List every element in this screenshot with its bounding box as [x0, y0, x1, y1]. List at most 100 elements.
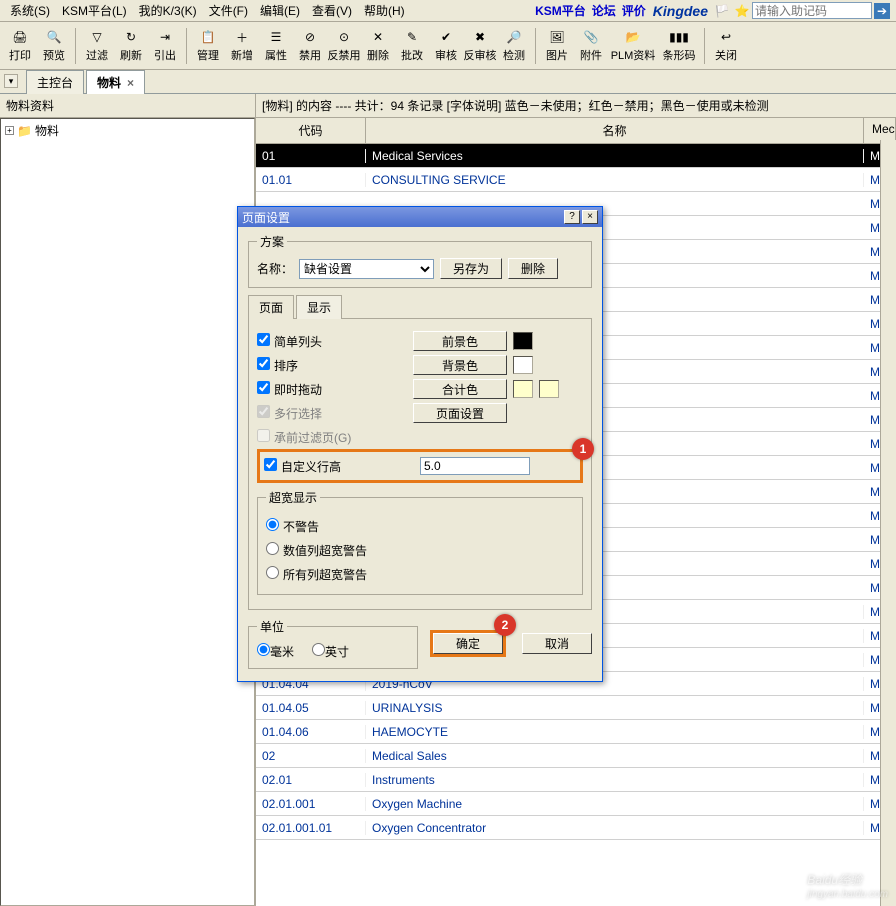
sort-check[interactable]: 排序	[257, 359, 298, 373]
table-row[interactable]: 02.01.001.01Oxygen ConcentratorMec	[256, 816, 896, 840]
row-height-input[interactable]	[420, 457, 530, 475]
table-row[interactable]: 02.01InstrumentsMec	[256, 768, 896, 792]
plm-icon: 📂	[624, 28, 642, 46]
tab-close-icon[interactable]: ×	[127, 76, 134, 90]
tree-body[interactable]: + 📁 物料	[0, 118, 255, 906]
tb-delete[interactable]: ✕删除	[362, 24, 394, 68]
table-row[interactable]: 02Medical SalesMec	[256, 744, 896, 768]
info-bar: [物料] 的内容 ---- 共计：94 条记录 [字体说明] 蓝色－未使用；红色…	[256, 94, 896, 118]
menu-myk3[interactable]: 我的K/3(K)	[133, 0, 203, 21]
unit-mm-radio[interactable]: 毫米	[257, 643, 294, 660]
tb-props[interactable]: ☰属性	[260, 24, 292, 68]
close-icon: ↩	[717, 28, 735, 46]
brand-link-review[interactable]: 评价	[619, 2, 649, 19]
filter-icon: ▽	[88, 28, 106, 46]
col-code[interactable]: 代码	[256, 118, 366, 143]
tree-root[interactable]: + 📁 物料	[3, 121, 252, 140]
unit-group: 单位 毫米 英寸	[248, 618, 418, 669]
expand-icon[interactable]: +	[5, 126, 14, 135]
refresh-icon: ↻	[122, 28, 140, 46]
num-warn-radio[interactable]: 数值列超宽警告	[266, 542, 367, 559]
tb-plm[interactable]: 📂PLM资料	[609, 24, 657, 68]
printer-icon: 🖨	[11, 28, 29, 46]
col-name[interactable]: 名称	[366, 118, 864, 143]
simple-header-check[interactable]: 简单列头	[257, 335, 322, 349]
bg-swatch	[513, 356, 533, 374]
tb-attach[interactable]: 📎附件	[575, 24, 607, 68]
tb-export[interactable]: ⇥引出	[149, 24, 181, 68]
table-row[interactable]: 02.01.001Oxygen MachineMec	[256, 792, 896, 816]
tab-console[interactable]: 主控台	[26, 70, 84, 94]
table-row[interactable]: 01.04.05URINALYSISMec	[256, 696, 896, 720]
drag-check[interactable]: 即时拖动	[257, 383, 322, 397]
menu-edit[interactable]: 编辑(E)	[254, 0, 306, 21]
table-row[interactable]: 01.01CONSULTING SERVICEMec	[256, 168, 896, 192]
unit-label: 单位	[257, 618, 287, 635]
tb-audit[interactable]: ✔审核	[430, 24, 462, 68]
flag-icon: 🏳️	[714, 3, 730, 19]
table-row[interactable]: 01Medical ServicesMec	[256, 144, 896, 168]
scheme-select[interactable]: 缺省设置	[299, 259, 434, 279]
row-height-check[interactable]: 自定义行高	[264, 460, 341, 474]
tb-disable[interactable]: ⊘禁用	[294, 24, 326, 68]
tb-image[interactable]: 🖼图片	[541, 24, 573, 68]
page-panel: 简单列头 前景色 排序 背景色 即时拖动 合计色 多行选择 页面设置 承前过滤页…	[248, 319, 592, 610]
vertical-scrollbar[interactable]	[880, 140, 896, 906]
tb-refresh[interactable]: ↻刷新	[115, 24, 147, 68]
tb-barcode[interactable]: ▮▮▮条形码	[659, 24, 699, 68]
brand-link-ksm[interactable]: KSM平台	[532, 2, 589, 19]
unit-inch-radio[interactable]: 英寸	[312, 643, 349, 660]
tree-header: 物料资料	[0, 94, 255, 118]
menu-help[interactable]: 帮助(H)	[358, 0, 411, 21]
folder-icon: 📁	[17, 124, 32, 138]
dialog-titlebar[interactable]: 页面设置 ? ×	[238, 207, 602, 227]
menu-view[interactable]: 查看(V)	[306, 0, 358, 21]
overwidth-label: 超宽显示	[266, 489, 320, 506]
audit-icon: ✔	[437, 28, 455, 46]
tb-unaudit[interactable]: ✖反审核	[464, 24, 496, 68]
tab-page[interactable]: 页面	[248, 295, 294, 319]
save-as-button[interactable]: 另存为	[440, 258, 502, 279]
menu-file[interactable]: 文件(F)	[203, 0, 254, 21]
tb-close[interactable]: ↩关闭	[710, 24, 742, 68]
bg-color-button[interactable]: 背景色	[413, 355, 507, 375]
tb-manage[interactable]: 📋管理	[192, 24, 224, 68]
tb-check[interactable]: 🔎检测	[498, 24, 530, 68]
cell-name: Medical Services	[366, 149, 864, 163]
enable-icon: ⊙	[335, 28, 353, 46]
tab-display[interactable]: 显示	[296, 295, 342, 319]
tb-filter[interactable]: ▽过滤	[81, 24, 113, 68]
badge-2: 2	[494, 614, 516, 636]
cancel-button[interactable]: 取消	[522, 633, 592, 654]
manage-icon: 📋	[199, 28, 217, 46]
menu-ksm[interactable]: KSM平台(L)	[56, 0, 133, 21]
table-row[interactable]: 01.04.06HAEMOCYTEMec	[256, 720, 896, 744]
toolbar: 🖨打印 🔍预览 ▽过滤 ↻刷新 ⇥引出 📋管理 ＋新增 ☰属性 ⊘禁用 ⊙反禁用…	[0, 22, 896, 70]
go-icon[interactable]: ➔	[874, 3, 890, 19]
tab-material[interactable]: 物料×	[86, 70, 145, 94]
fg-color-button[interactable]: 前景色	[413, 331, 507, 351]
sum-color-button[interactable]: 合计色	[413, 379, 507, 399]
brand-link-forum[interactable]: 论坛	[589, 2, 619, 19]
tb-batch[interactable]: ✎批改	[396, 24, 428, 68]
cell-name: Oxygen Machine	[366, 797, 864, 811]
no-warn-radio[interactable]: 不警告	[266, 518, 319, 535]
delete-scheme-button[interactable]: 删除	[508, 258, 558, 279]
star-icon: ⭐	[734, 3, 750, 19]
check-icon: 🔎	[505, 28, 523, 46]
close-button[interactable]: ×	[582, 210, 598, 224]
search-input[interactable]	[752, 2, 872, 19]
collapse-button[interactable]: ▾	[4, 74, 18, 88]
menu-system[interactable]: 系统(S)	[4, 0, 56, 21]
tb-enable[interactable]: ⊙反禁用	[328, 24, 360, 68]
all-warn-radio[interactable]: 所有列超宽警告	[266, 566, 367, 583]
help-button[interactable]: ?	[564, 210, 580, 224]
page-setup-button[interactable]: 页面设置	[413, 403, 507, 423]
ok-button[interactable]: 确定	[433, 633, 503, 654]
tb-print[interactable]: 🖨打印	[4, 24, 36, 68]
cell-name: URINALYSIS	[366, 701, 864, 715]
tb-preview[interactable]: 🔍预览	[38, 24, 70, 68]
sum-swatch	[513, 380, 533, 398]
tb-new[interactable]: ＋新增	[226, 24, 258, 68]
overwidth-group: 超宽显示 不警告 数值列超宽警告 所有列超宽警告	[257, 489, 583, 595]
